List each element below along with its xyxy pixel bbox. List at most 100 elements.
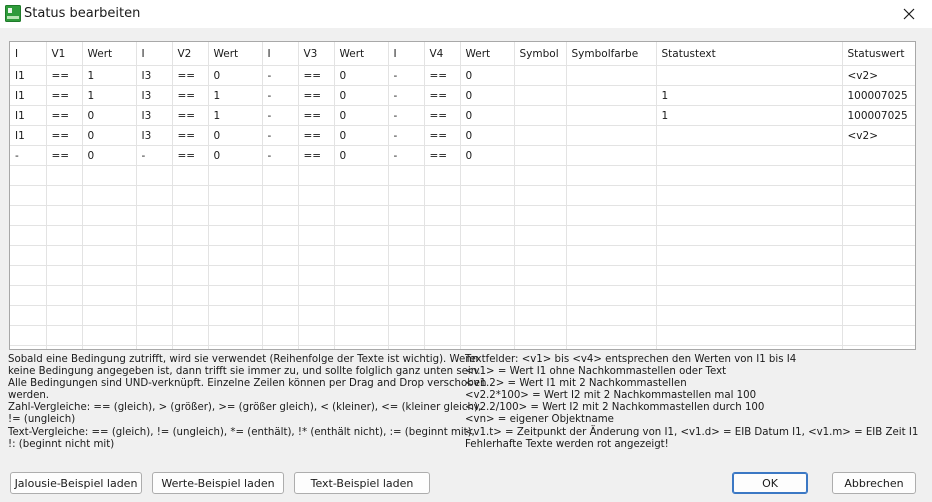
table-cell[interactable] [10,225,47,246]
table-cell[interactable] [262,205,299,226]
table-cell[interactable]: 0 [334,145,389,166]
table-cell[interactable] [334,185,389,206]
table-cell[interactable] [46,225,83,246]
table-cell[interactable]: == [298,85,335,106]
table-cell[interactable]: <v2> [842,65,915,86]
load-jalousie-example-button[interactable]: Jalousie-Beispiel laden [10,472,142,494]
table-cell[interactable] [842,345,915,349]
table-cell[interactable] [208,285,263,306]
table-cell[interactable] [262,165,299,186]
table-cell[interactable]: - [262,145,299,166]
table-cell[interactable] [566,165,657,186]
table-row-empty[interactable] [10,165,915,186]
table-cell[interactable]: - [262,125,299,146]
table-cell[interactable] [46,185,83,206]
table-cell[interactable] [460,165,515,186]
table-cell[interactable]: 0 [334,85,389,106]
table-cell[interactable] [82,165,137,186]
table-cell[interactable] [424,325,461,346]
table-cell[interactable] [656,65,843,86]
table-cell[interactable] [566,205,657,226]
table-cell[interactable] [460,185,515,206]
table-cell[interactable] [10,165,47,186]
table-cell[interactable] [566,65,657,86]
table-cell[interactable] [514,105,567,126]
table-cell[interactable] [656,285,843,306]
table-cell[interactable] [424,245,461,266]
table-cell[interactable] [842,265,915,286]
load-values-example-button[interactable]: Werte-Beispiel laden [152,472,284,494]
table-cell[interactable]: I3 [136,65,173,86]
table-cell[interactable] [460,345,515,349]
table-cell[interactable] [208,345,263,349]
table-row-empty[interactable] [10,325,915,346]
table-cell[interactable]: 1 [208,105,263,126]
table-cell[interactable]: 0 [334,125,389,146]
table-cell[interactable] [514,245,567,266]
table-cell[interactable] [566,85,657,106]
table-cell[interactable] [46,265,83,286]
table-cell[interactable]: 1 [208,85,263,106]
table-cell[interactable] [172,245,209,266]
table-cell[interactable] [298,245,335,266]
table-cell[interactable]: - [262,65,299,86]
table-cell[interactable] [334,345,389,349]
table-cell[interactable] [10,205,47,226]
table-cell[interactable] [334,325,389,346]
table-cell[interactable]: == [424,145,461,166]
table-cell[interactable]: 1 [656,105,843,126]
table-cell[interactable] [172,345,209,349]
table-cell[interactable] [172,185,209,206]
table-row[interactable]: I1 == 1 I3 == 0- == 0- == 0 <v2> [10,65,915,86]
table-row-empty[interactable] [10,245,915,266]
table-cell[interactable] [10,185,47,206]
table-cell[interactable] [566,285,657,306]
table-cell[interactable] [388,285,425,306]
table-cell[interactable]: 100007025 [842,85,915,106]
table-cell[interactable] [424,225,461,246]
table-cell[interactable] [334,245,389,266]
table-cell[interactable] [298,185,335,206]
table-cell[interactable] [82,325,137,346]
table-cell[interactable]: - [388,105,425,126]
table-cell[interactable] [82,305,137,326]
table-cell[interactable] [172,165,209,186]
table-cell[interactable] [298,345,335,349]
table-cell[interactable] [460,245,515,266]
table-cell[interactable] [424,265,461,286]
table-cell[interactable] [424,285,461,306]
table-cell[interactable] [262,345,299,349]
table-cell[interactable] [208,225,263,246]
table-cell[interactable] [10,345,47,349]
table-cell[interactable] [10,245,47,266]
table-cell[interactable] [656,145,843,166]
table-cell[interactable] [262,225,299,246]
table-cell[interactable] [46,205,83,226]
table-cell[interactable]: == [298,125,335,146]
table-cell[interactable] [388,265,425,286]
table-cell[interactable]: 0 [460,125,515,146]
table-cell[interactable]: 0 [82,145,137,166]
table-cell[interactable] [262,325,299,346]
table-cell[interactable] [424,305,461,326]
table-cell[interactable] [424,185,461,206]
table-row-empty[interactable] [10,205,915,226]
table-cell[interactable] [298,325,335,346]
table-cell[interactable] [656,305,843,326]
table-cell[interactable] [262,265,299,286]
table-cell[interactable] [514,145,567,166]
table-cell[interactable] [460,265,515,286]
table-cell[interactable] [208,245,263,266]
table-cell[interactable] [298,305,335,326]
table-cell[interactable] [82,245,137,266]
table-cell[interactable] [262,185,299,206]
table-cell[interactable] [46,325,83,346]
table-row-empty[interactable] [10,285,915,306]
table-cell[interactable]: 0 [334,65,389,86]
table-row[interactable]: I1 == 1 I3 == 1- == 0- == 0 1 100007025 [10,85,915,106]
table-cell[interactable]: 0 [82,125,137,146]
table-cell[interactable]: 1 [656,85,843,106]
table-cell[interactable] [298,225,335,246]
table-row-empty[interactable] [10,225,915,246]
table-cell[interactable] [334,225,389,246]
